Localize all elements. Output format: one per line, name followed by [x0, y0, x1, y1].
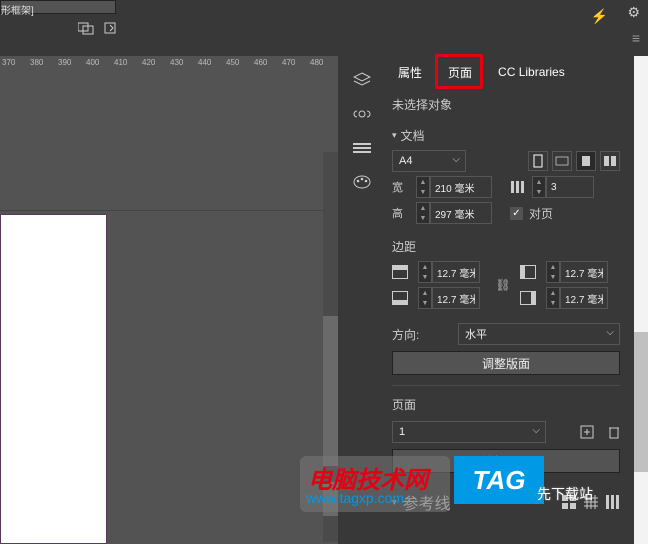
tab-properties[interactable]: 属性 [386, 58, 434, 87]
columns-input[interactable] [546, 176, 594, 198]
height-label: 高 [392, 205, 410, 221]
facing-pages-checkbox[interactable]: ✓ [510, 207, 523, 220]
margin-right-stepper[interactable]: ▲▼ [546, 287, 616, 309]
canvas-scrollbar-thumb[interactable] [323, 316, 338, 516]
gpu-icon[interactable]: ⚡ [591, 8, 608, 25]
guides-label: 参考线 [403, 490, 451, 514]
grid-view-2-icon[interactable] [584, 495, 598, 509]
margin-bottom-icon [392, 291, 408, 305]
page-facing-icon[interactable] [600, 151, 620, 171]
layers-icon[interactable] [352, 70, 372, 90]
horizontal-ruler: 370 380 390 400 410 420 430 440 450 460 … [0, 56, 338, 76]
margin-right-icon [520, 291, 536, 305]
chevron-down-icon: ▾ [392, 130, 397, 141]
tab-cc-libraries[interactable]: CC Libraries [486, 59, 577, 85]
page-separator [0, 210, 338, 211]
new-page-icon[interactable] [580, 425, 594, 439]
links-icon[interactable] [352, 104, 372, 124]
color-icon[interactable] [352, 172, 372, 192]
delete-page-icon[interactable] [608, 425, 620, 439]
margin-left-icon [520, 265, 536, 279]
export-icon[interactable] [102, 21, 118, 35]
page-single-icon[interactable] [576, 151, 596, 171]
margin-bottom-stepper[interactable]: ▲▼ [418, 287, 488, 309]
height-input[interactable] [430, 202, 492, 224]
document-page[interactable] [0, 214, 107, 544]
scrollbar-cap [323, 466, 338, 482]
tab-pages[interactable]: 页面 [436, 58, 484, 87]
facing-pages-label: 对页 [529, 205, 553, 222]
page-preset-select[interactable]: A4 [392, 150, 466, 172]
section-margins-label: 边距 [392, 238, 416, 255]
width-stepper[interactable]: ▲▼ [416, 176, 492, 198]
width-input[interactable] [430, 176, 492, 198]
orientation-select[interactable]: 水平 [458, 323, 620, 345]
edit-pages-button[interactable]: 编辑页面 [392, 449, 620, 473]
orientation-landscape-icon[interactable] [552, 151, 572, 171]
columns-icon [510, 180, 526, 194]
margin-left-stepper[interactable]: ▲▼ [546, 261, 616, 283]
section-document-label: 文档 [401, 127, 425, 144]
section-pages[interactable]: 页面 [392, 396, 620, 413]
margin-top-icon [392, 265, 408, 279]
section-pages-label: 页面 [392, 396, 416, 413]
grid-view-1-icon[interactable] [562, 495, 576, 509]
width-label: 宽 [392, 179, 410, 195]
adjust-layout-button[interactable]: 调整版面 [392, 351, 620, 375]
columns-stepper[interactable]: ▲▼ [532, 176, 594, 198]
height-stepper[interactable]: ▲▼ [416, 202, 492, 224]
properties-panel: 属性 页面 CC Libraries 未选择对象 ▾ 文档 A4 宽 ▲▼ [380, 56, 632, 544]
stroke-icon[interactable] [352, 138, 372, 158]
window-scrollbar-thumb[interactable] [634, 332, 648, 472]
object-type-indicator: 形框架] [0, 0, 116, 14]
grid-view-3-icon[interactable] [606, 495, 620, 509]
section-document[interactable]: ▾ 文档 [392, 127, 620, 144]
panel-menu-icon[interactable]: ≡ [632, 30, 640, 46]
embed-icon[interactable] [78, 21, 94, 35]
section-margins[interactable]: 边距 [392, 238, 620, 255]
orientation-label: 方向: [392, 326, 452, 343]
divider [392, 385, 620, 386]
no-selection-label: 未选择对象 [392, 96, 620, 113]
orientation-portrait-icon[interactable] [528, 151, 548, 171]
margin-top-stepper[interactable]: ▲▼ [418, 261, 488, 283]
link-margins-icon[interactable]: ⛓ [496, 274, 510, 296]
settings-icon[interactable]: ⚙ [627, 4, 640, 21]
guides-section: ▾ 参考线 [380, 484, 632, 520]
chevron-down-icon: ▾ [392, 497, 397, 508]
dock-icon-strip [345, 56, 378, 192]
page-number-select[interactable]: 1 [392, 421, 546, 443]
canvas-area[interactable] [0, 76, 338, 544]
